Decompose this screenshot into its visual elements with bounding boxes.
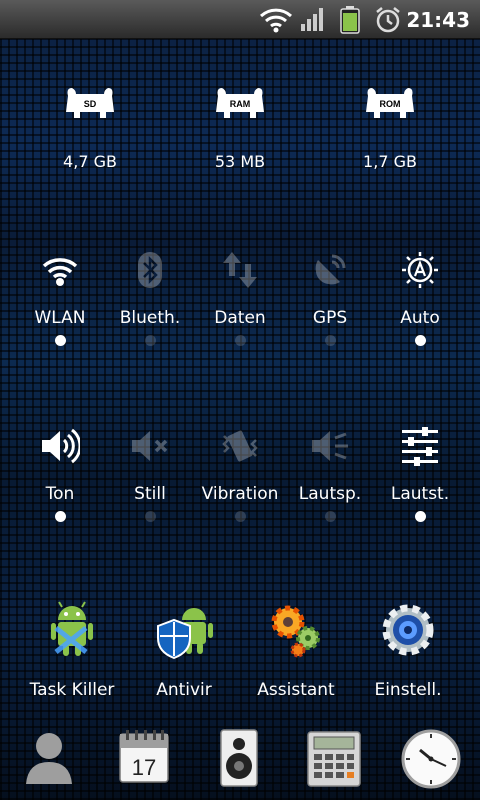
toggle-volume[interactable]: Lautst. <box>372 426 468 522</box>
signal-icon <box>301 8 323 31</box>
vibration-icon <box>222 430 258 462</box>
antivir-shield-android-icon <box>157 608 213 660</box>
bluetooth-icon <box>138 252 162 288</box>
toggle-wlan[interactable]: WLAN <box>12 250 108 346</box>
task-killer-android-icon <box>51 601 93 656</box>
storage-rom[interactable]: ROM 1,7 GB <box>320 82 460 171</box>
toggle-label: WLAN <box>34 308 86 328</box>
loudspeaker-icon <box>312 431 348 461</box>
calculator-icon <box>307 731 361 787</box>
settings-gear-icon <box>382 604 434 656</box>
toggle-indicator <box>414 335 426 346</box>
status-time: 21:43 <box>406 8 470 32</box>
toggle-indicator <box>234 511 246 522</box>
svg-text:17: 17 <box>132 755 156 780</box>
toggle-indicator <box>54 511 66 522</box>
data-arrows-icon <box>223 252 257 288</box>
toggle-indicator <box>144 511 156 522</box>
storage-sd[interactable]: SD 4,7 GB <box>20 82 160 171</box>
dock-music[interactable] <box>204 728 274 790</box>
svg-text:SD: SD <box>84 99 97 109</box>
app-settings[interactable]: Einstell. <box>348 598 468 700</box>
ram-value: 53 MB <box>214 152 266 171</box>
toggle-label: Still <box>134 484 166 504</box>
auto-brightness-icon <box>402 252 438 288</box>
app-assistant[interactable]: Assistant <box>236 598 356 700</box>
alarm-icon <box>376 7 400 33</box>
toggle-gps[interactable]: GPS <box>282 250 378 346</box>
toggle-label: Daten <box>214 308 266 328</box>
app-label: Task Killer <box>29 680 115 700</box>
sd-bull-icon: SD <box>66 88 114 118</box>
dock-calendar[interactable]: 17 <box>109 728 179 790</box>
toggle-vibration[interactable]: Vibration <box>192 426 288 522</box>
wifi-icon <box>259 8 293 33</box>
toggle-sound[interactable]: Ton <box>12 426 108 522</box>
toggle-label: Vibration <box>201 484 279 504</box>
dock-calculator[interactable] <box>299 728 369 790</box>
mute-icon <box>132 431 168 461</box>
svg-text:RAM: RAM <box>230 99 251 109</box>
rom-value: 1,7 GB <box>363 152 417 171</box>
assistant-gears-icon <box>271 605 320 658</box>
ram-bull-icon: RAM <box>216 88 264 118</box>
toggle-indicator <box>414 511 426 522</box>
wifi-icon <box>42 258 78 286</box>
toggle-silent[interactable]: Still <box>102 426 198 522</box>
toggle-auto-brightness[interactable]: Auto <box>372 250 468 346</box>
status-bar[interactable]: 21:43 <box>0 0 480 39</box>
storage-ram[interactable]: RAM 53 MB <box>170 82 310 171</box>
toggle-label: Ton <box>45 484 75 504</box>
app-label: Einstell. <box>374 680 442 700</box>
music-speaker-icon <box>220 729 258 787</box>
clock-icon <box>401 729 461 789</box>
app-antivir[interactable]: Antivir <box>124 598 244 700</box>
toggle-label: Blueth. <box>119 308 181 328</box>
toggle-bluetooth[interactable]: Blueth. <box>102 250 198 346</box>
toggle-indicator <box>54 335 66 346</box>
app-task-killer[interactable]: Task Killer <box>12 598 132 700</box>
gps-icon <box>315 254 346 285</box>
sd-value: 4,7 GB <box>63 152 117 171</box>
dock-clock[interactable] <box>396 728 466 790</box>
toggle-indicator <box>324 511 336 522</box>
rom-bull-icon: ROM <box>366 88 414 118</box>
dock-contacts[interactable] <box>14 728 84 790</box>
app-label: Antivir <box>156 680 212 700</box>
toggle-indicator <box>234 335 246 346</box>
toggle-data[interactable]: Daten <box>192 250 288 346</box>
toggle-label: Lautst. <box>390 484 450 504</box>
svg-text:ROM: ROM <box>380 99 401 109</box>
toggle-label: GPS <box>312 308 348 328</box>
toggle-loudspeaker[interactable]: Lautsp. <box>282 426 378 522</box>
toggle-indicator <box>144 335 156 346</box>
toggle-label: Auto <box>400 308 440 328</box>
battery-icon <box>340 6 360 34</box>
contacts-icon <box>26 733 72 784</box>
calendar-icon: 17 <box>119 730 169 783</box>
speaker-icon <box>42 428 82 464</box>
app-label: Assistant <box>257 680 335 700</box>
volume-sliders-icon <box>402 427 438 466</box>
toggle-label: Lautsp. <box>298 484 362 504</box>
toggle-indicator <box>324 335 336 346</box>
